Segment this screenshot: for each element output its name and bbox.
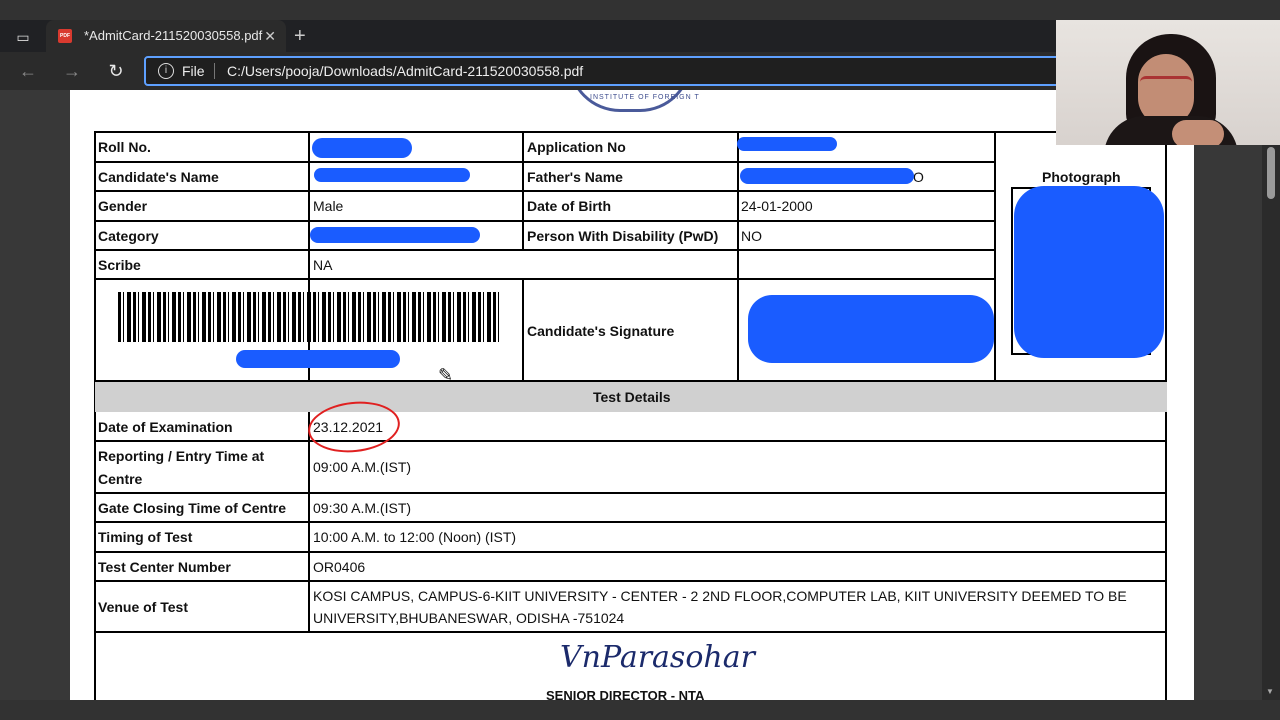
admit-card-page: INSTITUTE OF FOREIGN T Roll No. Applicat… — [70, 90, 1194, 700]
label-roll-no: Roll No. — [98, 139, 151, 155]
value-reporting-time: 09:00 A.M.(IST) — [313, 459, 412, 475]
grid-line — [94, 131, 1167, 133]
label-test-timing: Timing of Test — [98, 529, 193, 545]
label-reporting-time: Reporting / Entry Time at — [98, 448, 265, 464]
grid-line — [522, 278, 524, 381]
grid-line — [94, 249, 995, 251]
label-candidate-name: Candidate's Name — [98, 169, 219, 185]
grid-line — [308, 410, 310, 632]
redaction-candidate-name — [314, 168, 470, 182]
scroll-down-icon[interactable]: ▼ — [1266, 687, 1274, 696]
redaction-signature — [748, 295, 994, 363]
redaction-photograph — [1014, 186, 1164, 358]
info-icon[interactable]: i — [158, 63, 174, 79]
grid-line — [94, 580, 1167, 582]
back-arrow-icon[interactable]: ← — [15, 58, 41, 84]
value-pwd: NO — [741, 228, 762, 244]
label-gate-closing: Gate Closing Time of Centre — [98, 500, 286, 516]
redaction-father-name — [740, 168, 914, 184]
label-category: Category — [98, 228, 159, 244]
label-dob: Date of Birth — [527, 198, 611, 214]
director-title: SENIOR DIRECTOR - NTA — [546, 688, 705, 700]
label-center-number: Test Center Number — [98, 559, 231, 575]
reload-icon[interactable]: ↻ — [103, 58, 129, 84]
grid-line — [94, 440, 1167, 442]
address-bar[interactable]: i File C:/Users/pooja/Downloads/AdmitCar… — [144, 56, 1064, 86]
grid-line — [94, 492, 1167, 494]
label-application-no: Application No — [527, 139, 626, 155]
grid-line — [737, 131, 739, 381]
new-tab-icon[interactable]: + — [294, 20, 306, 52]
url-text[interactable]: C:/Users/pooja/Downloads/AdmitCard-21152… — [227, 58, 583, 84]
label-venue: Venue of Test — [98, 599, 188, 615]
barcode — [118, 292, 500, 342]
label-scribe: Scribe — [98, 257, 141, 273]
grid-line — [94, 278, 995, 280]
forward-arrow-icon[interactable]: → — [59, 58, 85, 84]
grid-line — [94, 190, 995, 192]
director-signature: VnParasohar — [560, 640, 755, 675]
scroll-thumb[interactable] — [1267, 147, 1275, 199]
grid-line — [94, 521, 1167, 523]
test-details-title: Test Details — [593, 389, 671, 405]
grid-line — [94, 551, 1167, 553]
webcam-overlay — [1056, 20, 1280, 145]
pen-cursor-icon: ✎ — [438, 365, 454, 385]
address-scheme-label: File — [182, 63, 205, 79]
redaction-category — [310, 227, 480, 243]
grid-line — [94, 131, 96, 700]
value-test-timing: 10:00 A.M. to 12:00 (Noon) (IST) — [313, 529, 517, 545]
grid-line — [522, 131, 524, 249]
label-father-name: Father's Name — [527, 169, 623, 185]
grid-line — [94, 161, 995, 163]
presenter-glasses — [1140, 76, 1192, 90]
address-divider — [214, 63, 215, 79]
vertical-scrollbar[interactable]: ▼ — [1262, 145, 1280, 700]
logo-text: INSTITUTE OF FOREIGN T — [590, 94, 700, 101]
grid-line — [1165, 131, 1167, 700]
label-photograph: Photograph — [1042, 169, 1121, 185]
grid-line — [994, 131, 996, 381]
label-gender: Gender — [98, 198, 148, 214]
label-reporting-time-line2: Centre — [98, 471, 143, 487]
browser-window: ▭ PDF *AdmitCard-211520030558.pdf ✕ + ← … — [0, 0, 1280, 720]
value-gender: Male — [313, 198, 344, 214]
redaction-application-no — [737, 137, 837, 151]
label-candidate-signature: Candidate's Signature — [527, 323, 675, 339]
value-dob: 24-01-2000 — [741, 198, 813, 214]
tab-title: *AdmitCard-211520030558.pdf — [84, 28, 263, 43]
presenter-hand — [1172, 120, 1224, 145]
pdf-file-icon: PDF — [58, 29, 72, 43]
close-tab-icon[interactable]: ✕ — [264, 20, 276, 52]
value-venue-line2: UNIVERSITY,BHUBANESWAR, ODISHA -751024 — [313, 610, 625, 626]
pdf-viewer[interactable]: INSTITUTE OF FOREIGN T Roll No. Applicat… — [0, 90, 1280, 700]
redaction-barcode-number — [236, 350, 400, 368]
value-gate-closing: 09:30 A.M.(IST) — [313, 500, 412, 516]
label-pwd: Person With Disability (PwD) — [527, 228, 719, 244]
tab-admit-card[interactable]: PDF *AdmitCard-211520030558.pdf ✕ — [46, 20, 286, 52]
label-exam-date: Date of Examination — [98, 419, 233, 435]
grid-line — [94, 220, 995, 222]
redaction-roll-no — [312, 138, 412, 158]
grid-line — [308, 131, 310, 381]
value-father-name-tail: O — [913, 169, 924, 185]
value-venue-line1: KOSI CAMPUS, CAMPUS-6-KIIT UNIVERSITY - … — [313, 588, 1127, 604]
grid-line — [94, 631, 1167, 633]
tab-actions-icon[interactable]: ▭ — [12, 26, 34, 48]
value-scribe: NA — [313, 257, 333, 273]
value-center-number: OR0406 — [313, 559, 366, 575]
